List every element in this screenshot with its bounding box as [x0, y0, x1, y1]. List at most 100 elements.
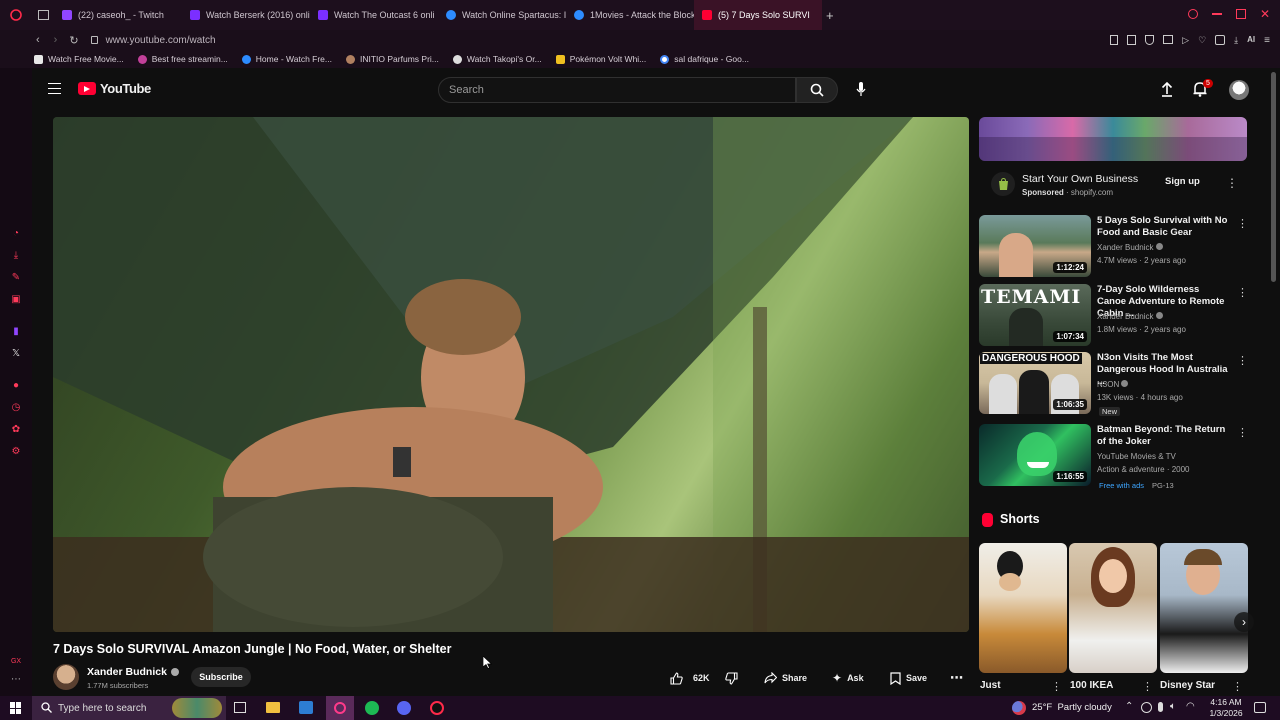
page-scrollbar[interactable] — [1271, 72, 1276, 282]
app-taskbar-icon[interactable] — [430, 701, 444, 715]
youtube-logo[interactable]: YouTube — [78, 81, 151, 96]
search-button[interactable] — [796, 77, 838, 103]
mic-tray-icon[interactable] — [1158, 702, 1163, 712]
windows-start-icon[interactable] — [10, 702, 22, 714]
short-more-icon[interactable]: ⋮ — [1051, 680, 1062, 693]
ad-banner-image[interactable] — [979, 117, 1247, 161]
ad-title[interactable]: Start Your Own Business — [1022, 173, 1138, 185]
bookmark-item[interactable]: INITIO Parfums Pri... — [346, 54, 439, 64]
browser-tab-youtube-active[interactable]: (5) 7 Days Solo SURVI — [694, 0, 822, 30]
browser-tab-berserk[interactable]: Watch Berserk (2016) onli — [182, 0, 310, 30]
short-thumbnail[interactable] — [1160, 543, 1248, 673]
downloads-icon[interactable]: ⤓ — [1234, 35, 1238, 46]
volume-tray-icon[interactable]: 🔈︎ — [1170, 701, 1176, 712]
more-options-icon[interactable]: ⋮ — [1237, 354, 1248, 367]
recommended-video[interactable]: 1:12:24 5 Days Solo Survival with No Foo… — [979, 215, 1249, 277]
shorts-next-button[interactable]: › — [1234, 612, 1254, 632]
twitch-side-icon[interactable]: ▮ — [10, 326, 22, 338]
back-icon[interactable]: ‹ — [36, 34, 40, 46]
tab-manager-icon[interactable] — [32, 10, 54, 20]
maximize-icon[interactable] — [1235, 9, 1246, 19]
tray-overflow-icon[interactable]: ⌃ — [1125, 701, 1133, 712]
discord-icon[interactable] — [397, 701, 411, 715]
new-tab-button[interactable]: + — [826, 8, 834, 23]
history-icon[interactable]: ◔ — [10, 228, 22, 240]
minimize-icon[interactable] — [1211, 13, 1222, 15]
network-tray-icon[interactable] — [1141, 702, 1152, 713]
channel-avatar[interactable] — [53, 664, 79, 690]
notifications-center-icon[interactable] — [1254, 702, 1266, 713]
more-options-icon[interactable]: ⋮ — [1237, 426, 1248, 439]
short-more-icon[interactable]: ⋮ — [1232, 680, 1243, 693]
browser-tab-1movies[interactable]: 1Movies - Attack the Block — [566, 0, 694, 30]
browser-tab-twitch[interactable]: (22) caseoh_ - Twitch — [54, 0, 182, 30]
avatar[interactable] — [1229, 80, 1249, 100]
screenshot-icon[interactable] — [1163, 35, 1174, 44]
messenger-icon[interactable]: ▣ — [10, 294, 22, 306]
pin-icon[interactable] — [1110, 35, 1119, 45]
wifi-tray-icon[interactable]: ◠ — [1186, 701, 1195, 712]
video-title-link[interactable]: 5 Days Solo Survival with No Food and Ba… — [1097, 215, 1229, 239]
opera-taskbar-icon[interactable] — [326, 696, 354, 720]
more-options-icon[interactable]: ⋮ — [1237, 286, 1248, 299]
url-field[interactable]: www.youtube.com/watch — [106, 35, 216, 46]
gx-side-icon[interactable]: GX — [10, 656, 22, 668]
x-side-icon[interactable]: 𝕏 — [10, 348, 22, 360]
dislike-button[interactable] — [725, 670, 738, 686]
ad-more-icon[interactable]: ⋮ — [1226, 176, 1238, 190]
save-button[interactable]: Save — [890, 670, 927, 686]
bookmark-item[interactable]: Home - Watch Fre... — [241, 54, 332, 64]
heart-icon[interactable]: ♡ — [1198, 35, 1206, 46]
recommended-video[interactable]: TEMAMI 1:07:34 7-Day Solo Wilderness Can… — [979, 284, 1249, 346]
player-icon[interactable]: ▷ — [1182, 35, 1189, 46]
shield-icon[interactable] — [1145, 35, 1155, 45]
browser-tab-outcast[interactable]: Watch The Outcast 6 onli — [310, 0, 438, 30]
ad-signup-button[interactable]: Sign up — [1165, 176, 1200, 187]
clock-side-icon[interactable]: ◷ — [10, 402, 22, 414]
clock[interactable]: 4:16 AM 1/3/2026 — [1206, 697, 1246, 719]
close-icon[interactable]: ✕ — [1260, 8, 1270, 20]
music-side-icon[interactable]: ● — [10, 380, 22, 392]
extensions-icon[interactable] — [1215, 35, 1226, 45]
upload-icon[interactable] — [1161, 81, 1173, 102]
search-input[interactable]: Search — [438, 77, 796, 103]
menu-icon[interactable]: ≡ — [1264, 35, 1270, 46]
short-thumbnail[interactable] — [1069, 543, 1157, 673]
video-title-link[interactable]: Batman Beyond: The Return of the Joker — [1097, 424, 1229, 448]
subscribe-button[interactable]: Subscribe — [191, 667, 251, 687]
recommended-video[interactable]: 1:16:55 Batman Beyond: The Return of the… — [979, 424, 1249, 490]
more-options-icon[interactable]: ⋮ — [1237, 217, 1248, 230]
like-button[interactable]: 62K — [670, 670, 710, 686]
recommended-video[interactable]: DANGEROUS HOOD 1:06:35 N3on Visits The M… — [979, 352, 1249, 416]
store-icon[interactable] — [299, 701, 313, 714]
ask-button[interactable]: ✦ Ask — [832, 670, 864, 686]
notes-icon[interactable]: ✎ — [10, 272, 22, 284]
bookmark-item[interactable]: Pokémon Volt Whi... — [555, 54, 646, 64]
downloads-side-icon[interactable]: ⤓ — [10, 250, 22, 262]
ai-icon[interactable]: AI — [1247, 35, 1255, 46]
browser-tab-spartacus[interactable]: Watch Online Spartacus: I — [438, 0, 566, 30]
bookmark-item[interactable]: sal dafrique - Goo... — [660, 54, 749, 64]
bookmark-item[interactable]: Watch Free Movie... — [34, 54, 124, 64]
extensions-side-icon[interactable]: ✿ — [10, 424, 22, 436]
short-title[interactable]: Just — [980, 680, 1001, 691]
taskbar-search-input[interactable]: Type here to search — [32, 696, 226, 720]
reload-icon[interactable]: ↻ — [69, 34, 78, 47]
more-side-icon[interactable]: ⋯ — [10, 674, 22, 686]
channel-name[interactable]: Xander Budnick — [87, 666, 179, 678]
microphone-icon[interactable] — [856, 82, 866, 102]
share-button[interactable]: Share — [764, 670, 807, 686]
forward-icon[interactable]: › — [54, 34, 58, 46]
search-tabs-icon[interactable] — [1187, 9, 1198, 19]
browser-logo-icon[interactable] — [0, 9, 32, 21]
hamburger-menu-icon[interactable] — [48, 83, 61, 94]
bookmark-item[interactable]: Watch Takopi's Or... — [452, 54, 542, 64]
bookmark-item[interactable]: Best free streamin... — [137, 54, 228, 64]
bookmark-page-icon[interactable] — [1127, 35, 1137, 45]
short-thumbnail[interactable] — [979, 543, 1067, 673]
task-view-icon[interactable] — [234, 702, 246, 713]
file-explorer-icon[interactable] — [266, 702, 280, 713]
short-more-icon[interactable]: ⋮ — [1142, 680, 1153, 693]
weather-text[interactable]: 25°F Partly cloudy — [1032, 702, 1112, 713]
short-title[interactable]: Disney Star — [1160, 680, 1215, 691]
